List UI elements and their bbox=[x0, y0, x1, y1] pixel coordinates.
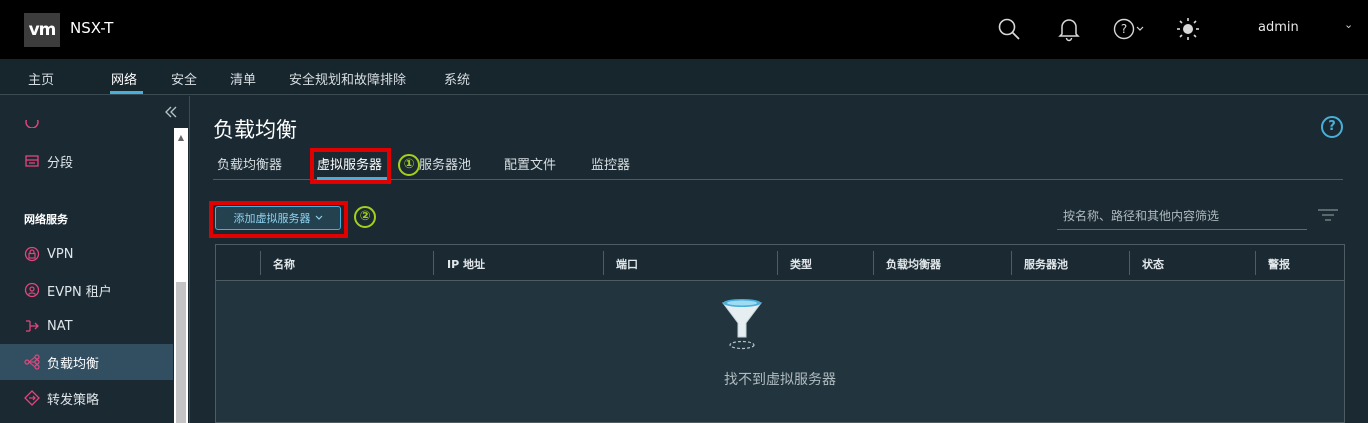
tab-monitors[interactable]: 监控器 bbox=[591, 154, 630, 173]
vmware-logo: vm bbox=[24, 13, 60, 47]
column-separator bbox=[1255, 251, 1256, 275]
load-balancer-icon bbox=[24, 354, 40, 370]
step-marker-2: ② bbox=[354, 206, 376, 228]
sidebar-item-label: EVPN 租户 bbox=[47, 284, 112, 300]
column-header-ip[interactable]: IP 地址 bbox=[447, 256, 485, 272]
help-icon[interactable]: ? bbox=[1321, 116, 1343, 138]
highlight-box-add-button bbox=[209, 201, 348, 238]
sidebar-item-label: 负载均衡 bbox=[47, 356, 100, 372]
filter-lines-icon[interactable] bbox=[1317, 206, 1339, 224]
nav-plan-troubleshoot[interactable]: 安全规划和故障排除 bbox=[289, 69, 406, 88]
search-icon[interactable] bbox=[996, 14, 1022, 44]
sidebar: 分段 网络服务 VPN EVPN 租户 NAT 负载均衡 转发策略 ▲ bbox=[0, 96, 190, 423]
user-menu[interactable]: admin bbox=[1258, 20, 1299, 35]
filter-input[interactable]: 按名称、路径和其他内容筛选 bbox=[1057, 202, 1307, 230]
column-header-server-pool[interactable]: 服务器池 bbox=[1024, 256, 1068, 272]
sidebar-section-network-services: 网络服务 bbox=[24, 213, 68, 226]
nav-inventory[interactable]: 清单 bbox=[230, 69, 256, 88]
column-separator bbox=[873, 251, 874, 275]
nav-security[interactable]: 安全 bbox=[171, 69, 197, 88]
segment-icon bbox=[24, 153, 40, 169]
empty-filter-funnel-icon bbox=[720, 297, 764, 353]
sidebar-item-evpn[interactable]: EVPN 租户 bbox=[0, 272, 173, 308]
step-marker-1: ① bbox=[398, 154, 420, 176]
column-header-port[interactable]: 端口 bbox=[616, 256, 638, 272]
column-separator bbox=[260, 251, 261, 275]
sidebar-item-label: VPN bbox=[47, 246, 74, 262]
chevron-down-icon bbox=[1136, 26, 1144, 31]
tab-server-pools[interactable]: 服务器池 bbox=[419, 154, 471, 173]
sidebar-item-label: 分段 bbox=[47, 155, 74, 171]
main-nav: 主页 网络 安全 清单 安全规划和故障排除 系统 bbox=[0, 59, 1368, 95]
partial-item-icon bbox=[24, 120, 40, 128]
scrollbar-thumb[interactable] bbox=[176, 282, 186, 423]
grid-header: 名称 IP 地址 端口 类型 负载均衡器 服务器池 状态 警报 bbox=[216, 245, 1344, 281]
nav-system[interactable]: 系统 bbox=[444, 69, 470, 88]
column-separator bbox=[1011, 251, 1012, 275]
column-header-name[interactable]: 名称 bbox=[273, 256, 295, 272]
nat-icon bbox=[24, 318, 40, 334]
column-separator bbox=[777, 251, 778, 275]
svg-text:?: ? bbox=[1121, 22, 1127, 36]
virtual-servers-grid: 名称 IP 地址 端口 类型 负载均衡器 服务器池 状态 警报 找不到虚拟服务器 bbox=[215, 244, 1345, 423]
forwarding-icon bbox=[24, 390, 40, 406]
evpn-icon bbox=[24, 282, 40, 298]
column-header-type[interactable]: 类型 bbox=[790, 256, 812, 272]
sidebar-item-vpn[interactable]: VPN bbox=[0, 236, 173, 272]
sun-icon[interactable] bbox=[1176, 14, 1200, 44]
sidebar-item-segments[interactable]: 分段 bbox=[0, 143, 173, 179]
column-separator bbox=[603, 251, 604, 275]
main-content: 负载均衡 ? 负载均衡器 虚拟服务器 服务器池 配置文件 监控器 ① 添加虚拟服… bbox=[191, 96, 1368, 423]
vpn-lock-icon bbox=[24, 246, 40, 262]
nav-home[interactable]: 主页 bbox=[28, 69, 54, 88]
product-name: NSX-T bbox=[70, 19, 114, 37]
column-separator bbox=[1129, 251, 1130, 275]
nav-active-indicator bbox=[110, 91, 143, 94]
page-title: 负载均衡 bbox=[213, 118, 297, 142]
top-header: vm NSX-T ? admin ⌄ bbox=[0, 0, 1368, 59]
sidebar-item-forwarding-policies[interactable]: 转发策略 bbox=[0, 380, 173, 416]
tab-load-balancers[interactable]: 负载均衡器 bbox=[217, 154, 282, 173]
bell-icon[interactable] bbox=[1057, 14, 1081, 44]
column-header-load-balancer[interactable]: 负载均衡器 bbox=[886, 256, 941, 272]
tab-profiles[interactable]: 配置文件 bbox=[504, 154, 556, 173]
sidebar-item-nat[interactable]: NAT bbox=[0, 308, 173, 344]
sidebar-item-label: 转发策略 bbox=[47, 392, 100, 408]
sidebar-item-load-balancing[interactable]: 负载均衡 bbox=[0, 344, 173, 380]
sidebar-item-label: NAT bbox=[47, 318, 73, 334]
column-separator bbox=[433, 251, 434, 275]
scroll-up-arrow-icon[interactable]: ▲ bbox=[176, 134, 186, 142]
empty-state-message: 找不到虚拟服务器 bbox=[724, 372, 836, 388]
highlight-box-virtual-servers-tab bbox=[310, 148, 391, 184]
nav-networking[interactable]: 网络 bbox=[111, 69, 137, 88]
collapse-sidebar-icon[interactable] bbox=[163, 104, 179, 120]
chevron-down-icon[interactable]: ⌄ bbox=[1344, 18, 1353, 31]
help-menu-icon[interactable]: ? bbox=[1112, 14, 1146, 44]
column-header-status[interactable]: 状态 bbox=[1142, 256, 1164, 272]
column-header-alarms[interactable]: 警报 bbox=[1268, 256, 1290, 272]
